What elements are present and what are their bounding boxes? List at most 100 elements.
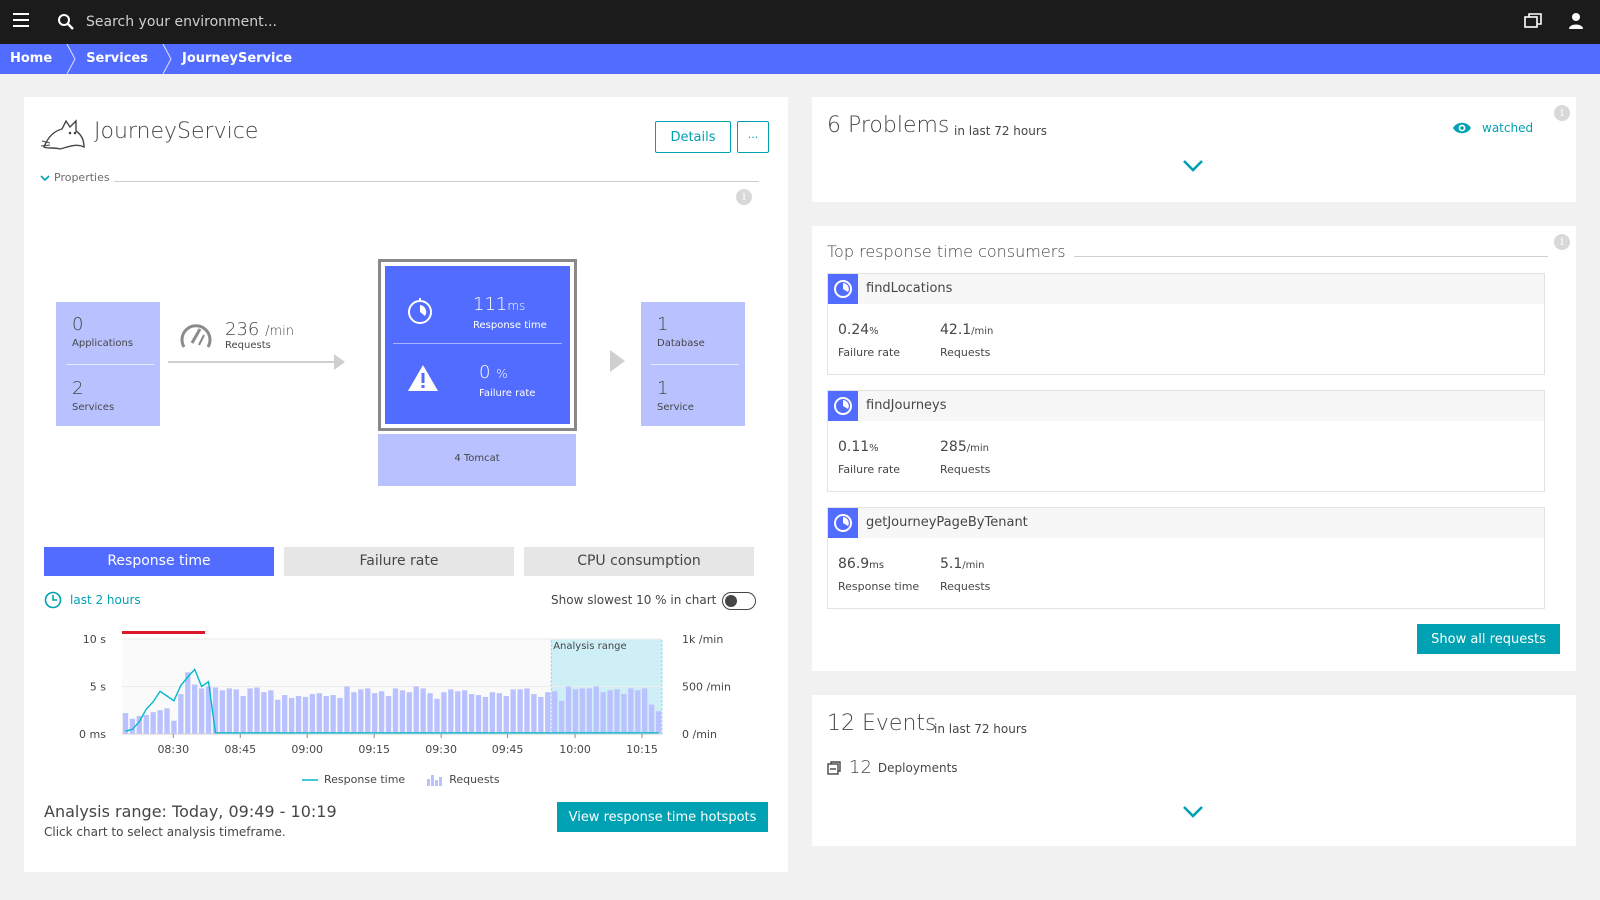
flow-arrow-line <box>168 361 336 363</box>
consumer-name[interactable]: findJourneys <box>866 398 947 413</box>
slowest-toggle[interactable] <box>722 592 756 610</box>
tab-cpu-consumption[interactable]: CPU consumption <box>524 547 754 576</box>
watched-toggle[interactable]: watched <box>1452 121 1533 135</box>
show-all-requests-button[interactable]: Show all requests <box>1417 624 1560 654</box>
analysis-range-hint: Click chart to select analysis timeframe… <box>44 825 286 839</box>
menu-icon[interactable] <box>13 13 29 29</box>
consumer-metric-2: 42.1/min <box>940 322 993 338</box>
consumer-item[interactable]: findLocations 0.24% Failure rate 42.1/mi… <box>827 273 1545 375</box>
stopwatch-icon <box>408 298 432 324</box>
requests-bar <box>441 692 447 734</box>
chevron-down-icon[interactable] <box>1182 159 1204 173</box>
user-icon[interactable] <box>1568 12 1584 30</box>
request-icon <box>828 274 858 304</box>
requests-bar <box>316 693 322 734</box>
database-label: Database <box>657 338 705 349</box>
requests-bar <box>524 688 530 734</box>
chart-legend: Response time Requests <box>302 773 500 786</box>
y-left-tick-label: 10 s <box>83 633 106 646</box>
events-range: in last 72 hours <box>934 722 1028 736</box>
consumer-name[interactable]: getJourneyPageByTenant <box>866 515 1028 530</box>
requests-bar <box>503 696 509 734</box>
requests-bar <box>295 696 302 734</box>
problems-range: in last 72 hours <box>954 124 1048 138</box>
service-metrics-box: 111ms Response time 0 % Failure rate <box>385 266 570 424</box>
requests-bar <box>171 720 177 734</box>
service-node[interactable]: 111ms Response time 0 % Failure rate <box>378 259 577 431</box>
consumer-item[interactable]: findJourneys 0.11% Failure rate 285/min … <box>827 390 1545 492</box>
properties-toggle[interactable]: Properties <box>40 171 110 184</box>
windows-icon[interactable] <box>1524 13 1542 29</box>
requests-bar <box>212 687 219 734</box>
section-divider <box>1074 256 1548 257</box>
info-icon[interactable]: i <box>736 189 752 205</box>
requests-bar <box>427 693 433 734</box>
info-icon[interactable]: i <box>1554 234 1570 250</box>
chevron-down-icon[interactable] <box>1182 805 1204 819</box>
metric-unit: % <box>869 443 879 454</box>
timeframe-selector[interactable]: last 2 hours <box>44 591 141 609</box>
requests-bar <box>365 688 371 734</box>
breadcrumb-home[interactable]: Home <box>0 44 66 74</box>
arrow-right-icon <box>334 354 345 370</box>
requests-bar <box>614 689 620 734</box>
requests-bar <box>157 710 163 734</box>
metric-unit: /min <box>962 560 985 571</box>
chart-tabs: Response time Failure rate CPU consumpti… <box>44 547 754 576</box>
requests-bar <box>538 696 544 734</box>
events-count[interactable]: 12 Events <box>827 711 936 736</box>
consumer-metric-2: 285/min <box>940 439 989 455</box>
requests-bar <box>468 694 475 734</box>
top-bar <box>0 0 1600 44</box>
breadcrumb-services[interactable]: Services <box>76 44 162 74</box>
metric-unit: % <box>869 326 879 337</box>
analysis-range-label: Analysis range <box>553 641 626 652</box>
requests-bar <box>226 688 232 734</box>
more-button[interactable]: ··· <box>737 121 769 153</box>
requests-bar <box>247 688 253 734</box>
deployments-summary[interactable]: 12 Deployments <box>827 757 958 778</box>
service-label: Service <box>657 402 694 413</box>
consumer-metric-1: 0.11% <box>838 439 879 455</box>
legend-response-time[interactable]: Response time <box>302 773 405 786</box>
x-tick-label: 09:00 <box>291 743 323 756</box>
arrow-right-icon <box>610 350 625 372</box>
breadcrumb-current: JourneyService <box>181 51 293 66</box>
metric-value: 0.24 <box>838 322 870 338</box>
callees-tile[interactable]: 1 Database 1 Service <box>641 302 745 426</box>
requests-bar <box>150 712 156 734</box>
tab-response-time[interactable]: Response time <box>44 547 274 576</box>
consumer-name[interactable]: findLocations <box>866 281 952 296</box>
search-icon[interactable] <box>57 13 75 31</box>
callers-tile[interactable]: 0 Applications 2 Services <box>56 302 160 426</box>
requests-bar <box>531 694 537 734</box>
service-title: JourneyService <box>94 119 259 144</box>
breadcrumb: Home Services JourneyService <box>0 44 1600 74</box>
legend-requests[interactable]: Requests <box>427 773 500 786</box>
process-group-tile[interactable]: 4 Tomcat <box>378 434 576 486</box>
failure-rate-value: 0 % <box>479 362 508 383</box>
search-input[interactable] <box>86 10 486 34</box>
problems-count[interactable]: 6 Problems <box>827 113 949 138</box>
info-icon[interactable]: i <box>1554 105 1570 121</box>
service-count: 1 <box>657 378 669 399</box>
requests-bar <box>233 689 239 734</box>
tile-divider <box>66 364 154 365</box>
response-time-unit: ms <box>507 299 526 313</box>
response-time-value: 111ms <box>473 294 525 315</box>
response-time-label: Response time <box>473 320 547 331</box>
details-button[interactable]: Details <box>655 121 731 153</box>
requests-bar <box>164 708 170 734</box>
view-hotspots-button[interactable]: View response time hotspots <box>557 802 768 832</box>
consumer-metric-2: 5.1/min <box>940 556 985 572</box>
response-time-chart[interactable]: Analysis range 08:30 08:45 09:00 09:15 09:30 0… <box>44 627 774 769</box>
tab-failure-rate[interactable]: Failure rate <box>284 547 514 576</box>
requests-bar <box>621 694 627 734</box>
requests-bar <box>413 686 419 734</box>
database-count: 1 <box>657 314 669 335</box>
consumer-item[interactable]: getJourneyPageByTenant 86.9ms Response t… <box>827 507 1545 609</box>
requests-rate: 236 /min <box>225 319 294 340</box>
requests-bar <box>448 689 454 734</box>
requests-bar <box>579 688 586 734</box>
warning-icon <box>408 365 438 391</box>
